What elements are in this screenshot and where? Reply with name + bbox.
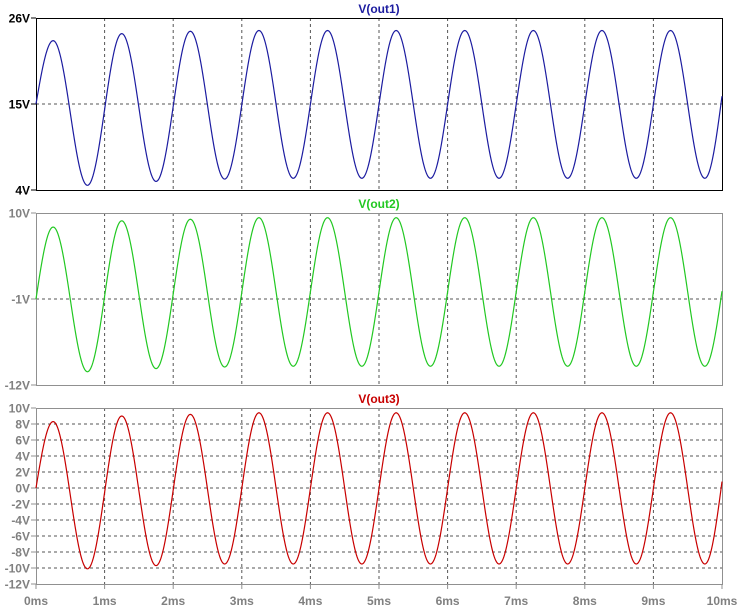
y-tick-label: 2V [15,466,30,480]
y-tick-label: 4V [15,450,30,464]
y-tick-label: -8V [11,546,30,560]
y-tick-label: 26V [9,12,30,26]
x-tick-label: 2ms [161,594,185,608]
y-tick-label: -10V [5,562,30,576]
y-tick-label: 8V [15,418,30,432]
y-tick-label: -6V [11,530,30,544]
y-tick-label: -1V [11,293,30,307]
x-tick-label: 8ms [573,594,597,608]
x-tick-label: 6ms [436,594,460,608]
y-tick-label: 15V [9,98,30,112]
x-tick-label: 5ms [367,594,391,608]
x-tick-label: 7ms [504,594,528,608]
y-tick-label: -12V [5,578,30,592]
pane-2: 10V -1V -12V V(out2) [5,197,723,393]
waveform-plot[interactable]: 26V 15V 4V V(out1) 10V -1V -12V V(out2) 10V 8V 6V 4… [0,0,739,611]
x-tick-label: 0ms [24,594,48,608]
x-tick-label: 9ms [641,594,665,608]
waveform-viewer: 26V 15V 4V V(out1) 10V -1V -12V V(out2) 10V 8V 6V 4… [0,0,739,611]
y-tick-label: 0V [15,482,30,496]
trace-title[interactable]: V(out2) [358,197,399,211]
x-tick-label: 10ms [707,594,738,608]
trace-vout2 [35,217,723,373]
y-tick-label: 10V [9,207,30,221]
y-tick-label: 6V [15,434,30,448]
y-tick-label: -12V [5,379,30,393]
trace-vout3 [35,412,723,570]
y-tick-label: 4V [15,184,30,198]
x-tick-label: 1ms [93,594,117,608]
x-tick-label: 4ms [298,594,322,608]
y-tick-label: -4V [11,514,30,528]
trace-title[interactable]: V(out1) [358,2,399,16]
y-tick-label: -2V [11,498,30,512]
x-axis: 0ms 1ms 2ms 3ms 4ms 5ms 6ms 7ms 8ms 9ms 10ms [24,584,738,608]
x-tick-label: 3ms [230,594,254,608]
trace-title[interactable]: V(out3) [358,392,399,406]
pane-1: 26V 15V 4V V(out1) [9,2,723,198]
pane-3: 10V 8V 6V 4V 2V 0V -2V -4V -6V -8V -10V -12V V(out3) [5,392,723,592]
y-tick-label: 10V [9,402,30,416]
